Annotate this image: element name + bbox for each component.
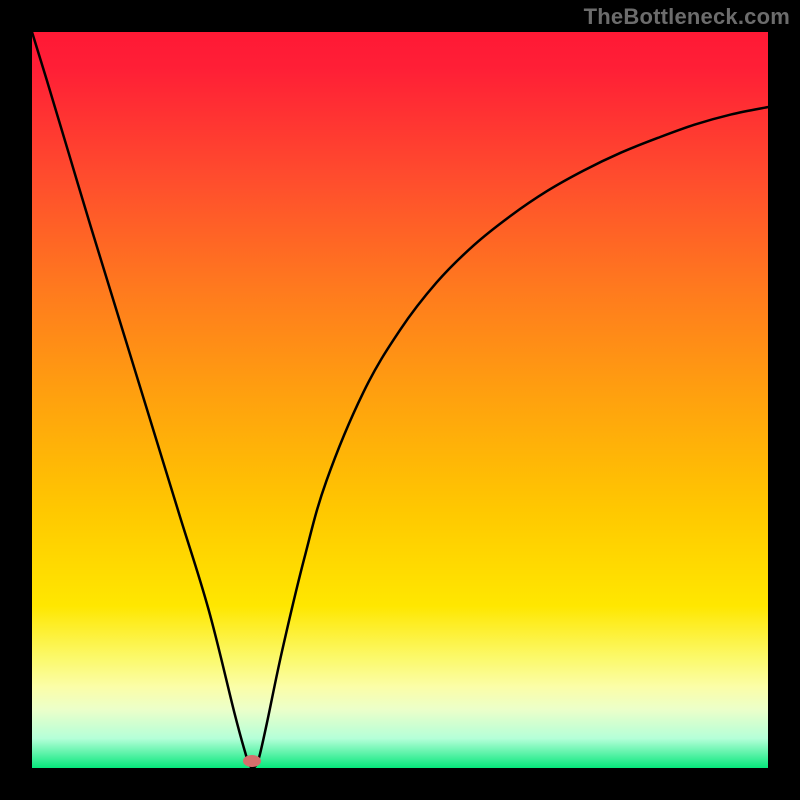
chart-svg — [0, 0, 800, 800]
minimum-marker — [243, 755, 261, 767]
bottleneck-chart: TheBottleneck.com — [0, 0, 800, 800]
plot-background — [32, 32, 768, 768]
watermark-text: TheBottleneck.com — [584, 4, 790, 30]
